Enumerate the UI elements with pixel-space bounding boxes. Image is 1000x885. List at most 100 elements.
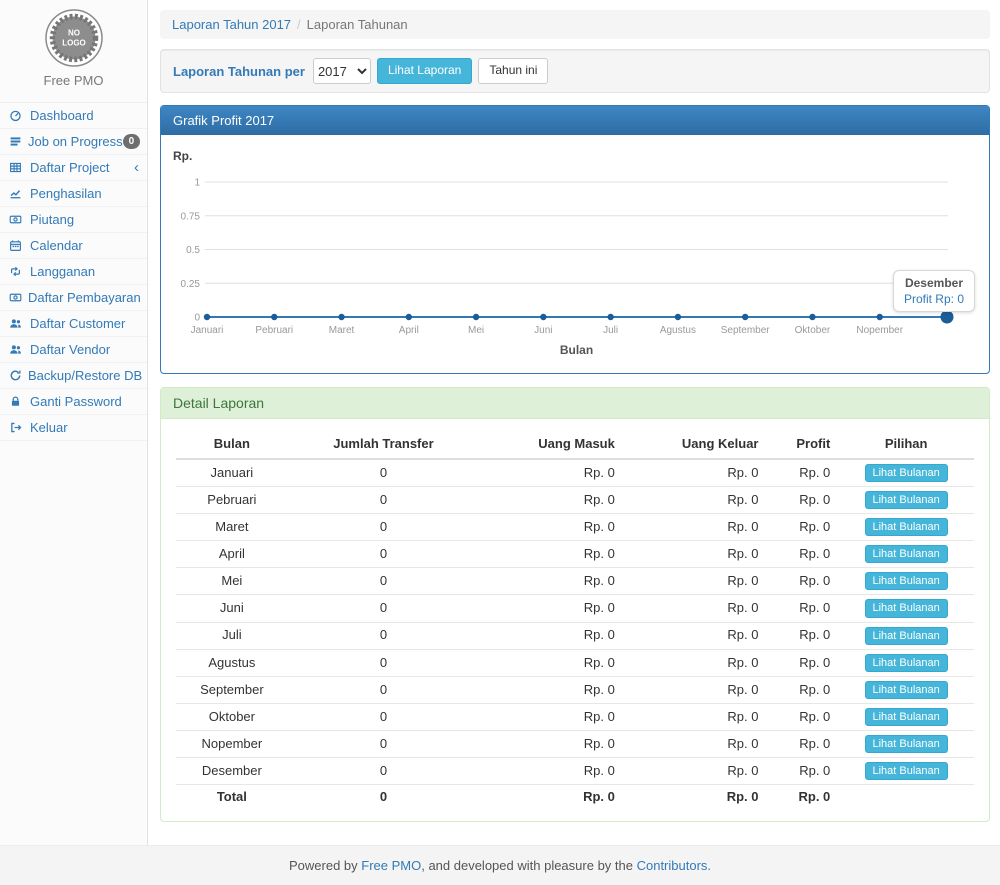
lihat-bulanan-button[interactable]: Lihat Bulanan: [865, 599, 948, 617]
lihat-bulanan-button[interactable]: Lihat Bulanan: [865, 762, 948, 780]
cell: Rp. 0: [766, 649, 838, 676]
sidebar-item-daftar-pembayaran[interactable]: Daftar Pembayaran: [0, 285, 147, 311]
data-point-juli[interactable]: [607, 314, 613, 320]
cell: Rp. 0: [623, 487, 767, 514]
cell: Rp. 0: [479, 730, 623, 757]
sidebar-menu: DashboardJob on Progress0Daftar Project‹…: [0, 102, 147, 441]
breadcrumb-item-2: Laporan Tahunan: [307, 17, 408, 32]
breadcrumb-item-1[interactable]: Laporan Tahun 2017: [172, 17, 291, 32]
sidebar-item-label: Penghasilan: [30, 186, 139, 201]
col-header-3: Uang Masuk: [479, 429, 623, 459]
breadcrumb-separator: /: [297, 17, 301, 32]
sidebar-item-langganan[interactable]: Langganan: [0, 259, 147, 285]
total-cell: Rp. 0: [766, 785, 838, 810]
footer: Powered by Free PMO, and developed with …: [0, 845, 1000, 885]
sidebar-item-calendar[interactable]: Calendar: [0, 233, 147, 259]
sidebar-item-daftar-project[interactable]: Daftar Project‹: [0, 155, 147, 181]
lihat-laporan-button[interactable]: Lihat Laporan: [377, 58, 472, 83]
cell: Oktober: [176, 703, 288, 730]
col-header-5: Profit: [766, 429, 838, 459]
data-point-nopember[interactable]: [877, 314, 883, 320]
data-point-oktober[interactable]: [809, 314, 815, 320]
action-cell: Lihat Bulanan: [838, 568, 974, 595]
data-point-september[interactable]: [742, 314, 748, 320]
data-point-desember[interactable]: [941, 311, 954, 324]
footer-link-3[interactable]: Contributors.: [637, 858, 711, 873]
total-cell: 0: [288, 785, 480, 810]
sidebar-item-backup-restore-db[interactable]: Backup/Restore DB: [0, 363, 147, 389]
sidebar-item-job-on-progress[interactable]: Job on Progress0: [0, 129, 147, 155]
cell: 0: [288, 541, 480, 568]
filter-label: Laporan Tahunan per: [173, 64, 305, 79]
cell: Rp. 0: [766, 758, 838, 785]
sidebar-item-label: Calendar: [30, 238, 139, 253]
cell: Rp. 0: [766, 676, 838, 703]
data-point-maret[interactable]: [338, 314, 344, 320]
lihat-bulanan-button[interactable]: Lihat Bulanan: [865, 518, 948, 536]
lihat-bulanan-button[interactable]: Lihat Bulanan: [865, 654, 948, 672]
action-cell: Lihat Bulanan: [838, 622, 974, 649]
lihat-bulanan-button[interactable]: Lihat Bulanan: [865, 545, 948, 563]
x-tick-label: Januari: [191, 325, 224, 336]
table-row: Agustus0Rp. 0Rp. 0Rp. 0Lihat Bulanan: [176, 649, 974, 676]
action-cell: Lihat Bulanan: [838, 676, 974, 703]
data-point-agustus[interactable]: [675, 314, 681, 320]
cell: Rp. 0: [766, 459, 838, 487]
cell: Rp. 0: [479, 568, 623, 595]
sidebar-item-dashboard[interactable]: Dashboard: [0, 103, 147, 129]
data-point-januari[interactable]: [204, 314, 210, 320]
data-point-juni[interactable]: [540, 314, 546, 320]
lihat-bulanan-button[interactable]: Lihat Bulanan: [865, 627, 948, 645]
detail-table: BulanJumlah TransferUang MasukUang Kelua…: [176, 429, 974, 809]
cell: Rp. 0: [766, 568, 838, 595]
cell: 0: [288, 595, 480, 622]
cell: Rp. 0: [766, 622, 838, 649]
cell: Rp. 0: [479, 703, 623, 730]
cell: 0: [288, 487, 480, 514]
profit-line-chart: Rp.10.750.50.250JanuariPebruariMaretApri…: [171, 145, 979, 363]
line-chart-icon: [9, 187, 24, 200]
cell: Rp. 0: [766, 541, 838, 568]
tahun-ini-button[interactable]: Tahun ini: [478, 58, 548, 83]
sidebar-item-piutang[interactable]: Piutang: [0, 207, 147, 233]
data-point-mei[interactable]: [473, 314, 479, 320]
sidebar-item-ganti-password[interactable]: Ganti Password: [0, 389, 147, 415]
data-point-april[interactable]: [406, 314, 412, 320]
lihat-bulanan-button[interactable]: Lihat Bulanan: [865, 572, 948, 590]
cell: 0: [288, 758, 480, 785]
cell: Rp. 0: [623, 703, 767, 730]
total-cell: Total: [176, 785, 288, 810]
cell: Desember: [176, 758, 288, 785]
col-header-2: Jumlah Transfer: [288, 429, 480, 459]
sidebar-item-label: Daftar Project: [30, 160, 134, 175]
footer-link-1[interactable]: Free PMO: [361, 858, 421, 873]
lihat-bulanan-button[interactable]: Lihat Bulanan: [865, 735, 948, 753]
lihat-bulanan-button[interactable]: Lihat Bulanan: [865, 491, 948, 509]
sidebar-item-daftar-customer[interactable]: Daftar Customer: [0, 311, 147, 337]
sidebar-item-keluar[interactable]: Keluar: [0, 415, 147, 441]
lihat-bulanan-button[interactable]: Lihat Bulanan: [865, 464, 948, 482]
data-point-pebruari[interactable]: [271, 314, 277, 320]
x-tick-label: Agustus: [660, 325, 696, 336]
users-icon: [9, 317, 24, 330]
chart-panel: Grafik Profit 2017 Rp.10.750.50.250Janua…: [160, 105, 990, 374]
filter-bar: Laporan Tahunan per 2017 Lihat Laporan T…: [160, 49, 990, 93]
detail-panel-heading: Detail Laporan: [161, 388, 989, 419]
cell: Rp. 0: [766, 487, 838, 514]
x-tick-label: Pebruari: [255, 325, 293, 336]
sidebar-item-daftar-vendor[interactable]: Daftar Vendor: [0, 337, 147, 363]
lock-icon: [9, 395, 24, 408]
lihat-bulanan-button[interactable]: Lihat Bulanan: [865, 708, 948, 726]
cell: Rp. 0: [479, 758, 623, 785]
cell: 0: [288, 730, 480, 757]
cell: Agustus: [176, 649, 288, 676]
users-icon: [9, 343, 24, 356]
action-cell: Lihat Bulanan: [838, 514, 974, 541]
action-cell: Lihat Bulanan: [838, 487, 974, 514]
sidebar-item-penghasilan[interactable]: Penghasilan: [0, 181, 147, 207]
cell: 0: [288, 676, 480, 703]
cell: Rp. 0: [623, 595, 767, 622]
year-select[interactable]: 2017: [313, 58, 371, 84]
chart-panel-heading: Grafik Profit 2017: [161, 106, 989, 135]
lihat-bulanan-button[interactable]: Lihat Bulanan: [865, 681, 948, 699]
